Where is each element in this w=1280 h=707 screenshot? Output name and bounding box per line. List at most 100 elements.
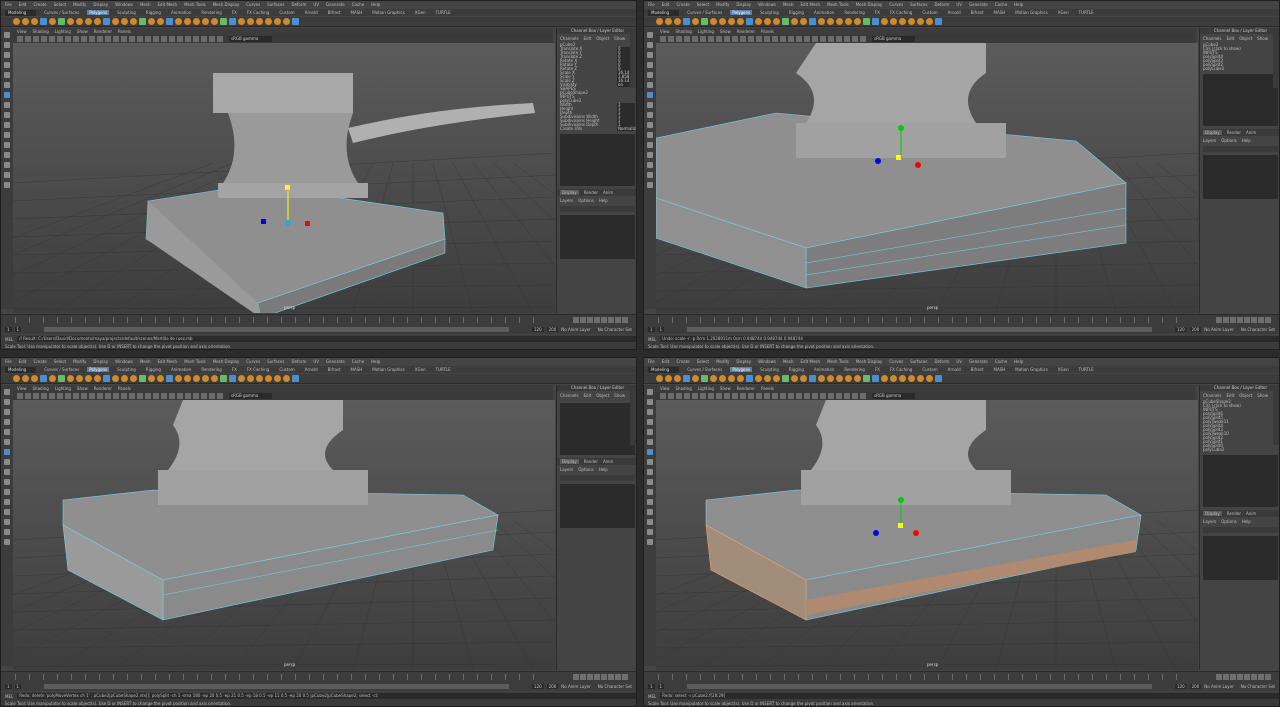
menu-item[interactable]: Curves [889,2,903,7]
shelf-tab[interactable]: Curves / Surfaces [685,10,724,15]
playback-control-icon[interactable] [615,674,621,680]
layer-list[interactable] [560,215,635,259]
layer-menu[interactable]: Layers [1203,138,1216,143]
menu-item[interactable]: Help [371,359,380,364]
shelf-tab[interactable]: Sculpting [115,10,138,15]
menu-item[interactable]: Generate [969,2,988,7]
viewport-toggle-icon[interactable] [89,392,95,399]
shelf-tool-icon[interactable] [872,18,879,25]
playback-control-icon[interactable] [1237,674,1243,680]
shelf-tool-icon[interactable] [782,18,789,25]
viewport-toggle-icon[interactable] [852,35,858,42]
gamma-dropdown[interactable]: sRGB gamma [229,35,273,42]
gamma-dropdown[interactable]: sRGB gamma [872,35,916,42]
shelf-tool-icon[interactable] [229,18,236,25]
viewport-toggle-icon[interactable] [716,392,722,399]
shelf-tab[interactable]: XGen [1056,10,1071,15]
viewport-toggle-icon[interactable] [852,392,858,399]
toolbox-tool-icon[interactable] [4,489,10,495]
range-inner-end-field[interactable]: 120 [1174,327,1187,332]
viewport-toggle-icon[interactable] [217,392,223,399]
perspective-viewport[interactable]: persp [13,43,555,313]
shelf-tool-icon[interactable] [256,18,263,25]
command-result[interactable]: Redo: select -r pCube2.f[28:29] [660,693,1279,699]
viewport-toggle-icon[interactable] [724,35,730,42]
viewport-toggle-icon[interactable] [660,35,666,42]
perspective-viewport[interactable]: persp [656,43,1198,313]
toolbox-tool-icon[interactable] [4,449,10,455]
panel-menu-item[interactable]: Renderer [737,29,755,34]
panel-menu-item[interactable]: View [660,386,670,391]
shelf-tool-icon[interactable] [845,18,852,25]
shelf-tool-icon[interactable] [746,375,753,382]
viewport-toggle-icon[interactable] [17,392,23,399]
playback-control-icon[interactable] [1216,317,1222,323]
range-end-field[interactable]: 200 [546,327,559,332]
toolbox-tool-icon[interactable] [4,102,10,108]
menu-item[interactable]: Display [93,359,108,364]
time-slider[interactable] [1,671,636,682]
shelf-tool-icon[interactable] [917,375,924,382]
shelf-tool-icon[interactable] [692,375,699,382]
mel-label[interactable]: MEL [648,337,656,342]
shelf-tool-icon[interactable] [926,18,933,25]
toolbox-tool-icon[interactable] [647,62,653,68]
layer-tab[interactable]: Display [1203,130,1222,135]
shelf-tool-icon[interactable] [827,375,834,382]
shelf-tool-icon[interactable] [211,18,218,25]
playback-control-icon[interactable] [1230,317,1236,323]
playback-control-icon[interactable] [601,317,607,323]
viewport-toggle-icon[interactable] [57,392,63,399]
toolbox-tool-icon[interactable] [647,419,653,425]
channel-box-menu[interactable]: Show [1257,393,1268,398]
viewport-scene[interactable] [656,43,1198,313]
toolbox-tool-icon[interactable] [647,132,653,138]
viewport-toggle-icon[interactable] [105,392,111,399]
playback-control-icon[interactable] [580,317,586,323]
toolbox-tool-icon[interactable] [647,142,653,148]
menu-item[interactable]: Mesh Tools [827,2,849,7]
toolbox-tool-icon[interactable] [647,529,653,535]
gamma-dropdown[interactable]: sRGB gamma [872,392,916,399]
toolbox-tool-icon[interactable] [4,32,10,38]
menu-item[interactable]: File [648,359,655,364]
shelf-tool-icon[interactable] [121,375,128,382]
toolbox-tool-icon[interactable] [647,162,653,168]
shelf-tool-icon[interactable] [899,18,906,25]
playback-control-icon[interactable] [580,674,586,680]
channel-box-menu[interactable]: Edit [584,36,592,41]
shelf-tool-icon[interactable] [809,375,816,382]
menu-item[interactable]: Edit [662,359,670,364]
range-inner-end-field[interactable]: 120 [1174,684,1187,689]
toolbox-tool-icon[interactable] [4,529,10,535]
viewport-toggle-icon[interactable] [764,392,770,399]
viewport-toggle-icon[interactable] [668,392,674,399]
range-bar[interactable] [687,327,1152,332]
viewport-toggle-icon[interactable] [25,35,31,42]
mel-label[interactable]: MEL [5,694,13,699]
shelf-tool-icon[interactable] [247,18,254,25]
menu-item[interactable]: UV [956,359,962,364]
shelf-tool-icon[interactable] [854,18,861,25]
viewport-toggle-icon[interactable] [217,35,223,42]
viewport-toggle-icon[interactable] [121,392,127,399]
viewport-toggle-icon[interactable] [33,392,39,399]
channel-box-menu[interactable]: Object [596,36,609,41]
range-inner-start-field[interactable]: 1 [14,327,22,332]
shelf-tool-icon[interactable] [112,18,119,25]
viewport-toggle-icon[interactable] [25,392,31,399]
menu-item[interactable]: UV [313,2,319,7]
panel-menu-item[interactable]: Show [77,386,88,391]
range-end-field[interactable]: 200 [1189,327,1202,332]
menu-item[interactable]: Windows [758,2,776,7]
toolbox-tool-icon[interactable] [4,62,10,68]
panel-menu-item[interactable]: Show [77,29,88,34]
menu-item[interactable]: Help [371,2,380,7]
shelf-tool-icon[interactable] [256,375,263,382]
shelf-tool-icon[interactable] [220,18,227,25]
viewport-toggle-icon[interactable] [49,35,55,42]
playback-control-icon[interactable] [1223,317,1229,323]
panel-menu-item[interactable]: Panels [118,29,131,34]
menu-item[interactable]: Curves [246,2,260,7]
range-start-field[interactable]: 1 [648,327,655,332]
